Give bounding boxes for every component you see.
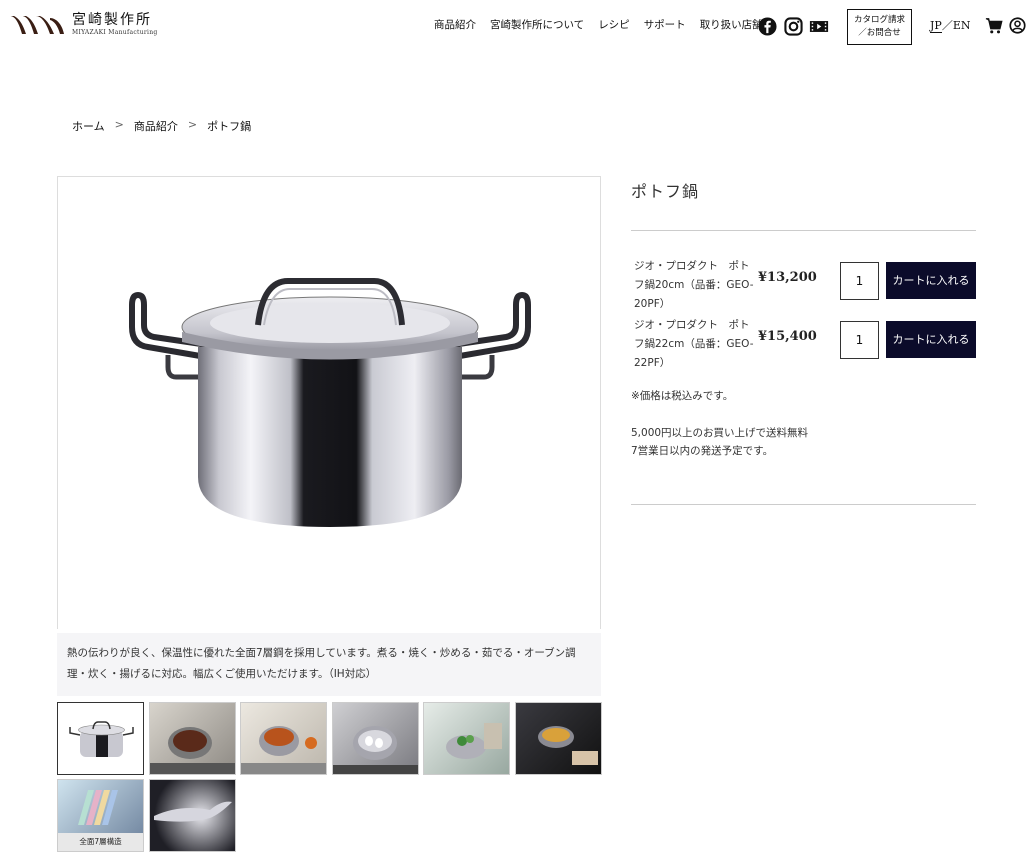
product-main-image[interactable] (57, 176, 601, 629)
cart-icon[interactable] (985, 17, 1003, 35)
lang-separator: ／ (941, 19, 953, 32)
variant-price: ¥13,200 (758, 270, 817, 285)
variant-row-20cm: ジオ・プロダクト ポトフ鍋20cm（品番：GEO-20PF） ¥13,200 1… (631, 257, 976, 310)
thumb-layer-structure-image (78, 790, 118, 825)
divider-top (631, 230, 976, 231)
variant-name: ジオ・プロダクト ポトフ鍋22cm（品番：GEO-22PF） (634, 319, 754, 369)
tax-note: ※価格は税込みです。 (631, 390, 734, 402)
breadcrumb: ホーム > 商品紹介 > ポトフ鍋 (72, 118, 251, 135)
thumb-cooking-image (446, 723, 502, 759)
breadcrumb-separator: > (114, 118, 124, 131)
logo[interactable]: 宮崎製作所 MIYAZAKI Manufacturing (8, 12, 158, 38)
thumbnail-5[interactable] (423, 702, 510, 775)
thumbnail-4[interactable] (332, 702, 419, 775)
language-switcher: JP／EN (930, 17, 970, 33)
thumb-frying-image (538, 726, 598, 765)
instagram-icon[interactable] (783, 16, 803, 36)
logo-title: 宮崎製作所 (72, 12, 152, 28)
logo-mark-icon (10, 16, 64, 34)
video-icon[interactable] (809, 16, 829, 36)
nav-item-about[interactable]: 宮崎製作所について (490, 18, 584, 32)
shipping-note-free: 5,000円以上のお買い上げで送料無料 (631, 427, 809, 439)
product-title: ポトフ鍋 (631, 182, 700, 201)
nav-item-stores[interactable]: 取り扱い店舗 (700, 18, 763, 32)
main-nav: 商品紹介 宮崎製作所について レシピ サポート 取り扱い店舗 (434, 18, 777, 32)
logo-subtitle: MIYAZAKI Manufacturing (72, 29, 158, 36)
lang-jp-link[interactable]: JP (930, 19, 942, 33)
thumb-stew-image (150, 727, 235, 774)
add-to-cart-button[interactable]: カートに入れる (886, 321, 976, 358)
nav-item-products[interactable]: 商品紹介 (434, 18, 476, 32)
nav-item-recipes[interactable]: レシピ (598, 18, 630, 32)
quantity-input[interactable]: 1 (840, 262, 879, 300)
thumb-vegetables-image (241, 726, 326, 774)
user-icon[interactable] (1009, 17, 1027, 35)
thumb-eggs-image (333, 726, 418, 774)
variant-name: ジオ・プロダクト ポトフ鍋20cm（品番：GEO-20PF） (634, 260, 754, 310)
quantity-input[interactable]: 1 (840, 321, 879, 359)
lang-en-link[interactable]: EN (953, 19, 971, 32)
pot-illustration (129, 278, 531, 527)
breadcrumb-category[interactable]: 商品紹介 (134, 118, 178, 135)
shipping-note-days: 7営業日以内の発送予定です。 (631, 445, 774, 457)
thumbnail-6[interactable] (515, 702, 602, 775)
breadcrumb-home[interactable]: ホーム (72, 118, 105, 135)
social-links (757, 16, 829, 36)
site-header: 宮崎製作所 MIYAZAKI Manufacturing 商品紹介 宮崎製作所に… (0, 0, 1032, 52)
catalog-request-button[interactable]: カタログ請求 ／お問合せ (847, 9, 912, 45)
product-description: 熱の伝わりが良く、保温性に優れた全面7層鋼を採用しています。煮る・焼く・炒める・… (57, 633, 601, 696)
thumbnail-2[interactable] (149, 702, 236, 775)
breadcrumb-current: ポトフ鍋 (207, 120, 252, 133)
thumb-steel-image (154, 801, 232, 822)
catalog-label-2: ／お問合せ (858, 28, 901, 38)
thumbnail-8[interactable] (149, 779, 236, 852)
divider-bottom (631, 504, 976, 505)
variant-price: ¥15,400 (758, 329, 817, 344)
catalog-label-1: カタログ請求 (853, 15, 905, 25)
thumb-pot-image (69, 721, 134, 757)
thumbnail-3[interactable] (240, 702, 327, 775)
facebook-icon[interactable] (757, 16, 777, 36)
thumbnail-1[interactable] (57, 702, 144, 775)
thumbnail-7[interactable]: 全面7層構造 (57, 779, 144, 852)
breadcrumb-separator: > (187, 118, 198, 131)
variant-row-22cm: ジオ・プロダクト ポトフ鍋22cm（品番：GEO-22PF） ¥15,400 1… (631, 316, 976, 369)
nav-item-support[interactable]: サポート (644, 18, 686, 32)
thumbnail-caption: 全面7層構造 (58, 833, 143, 851)
add-to-cart-button[interactable]: カートに入れる (886, 262, 976, 299)
